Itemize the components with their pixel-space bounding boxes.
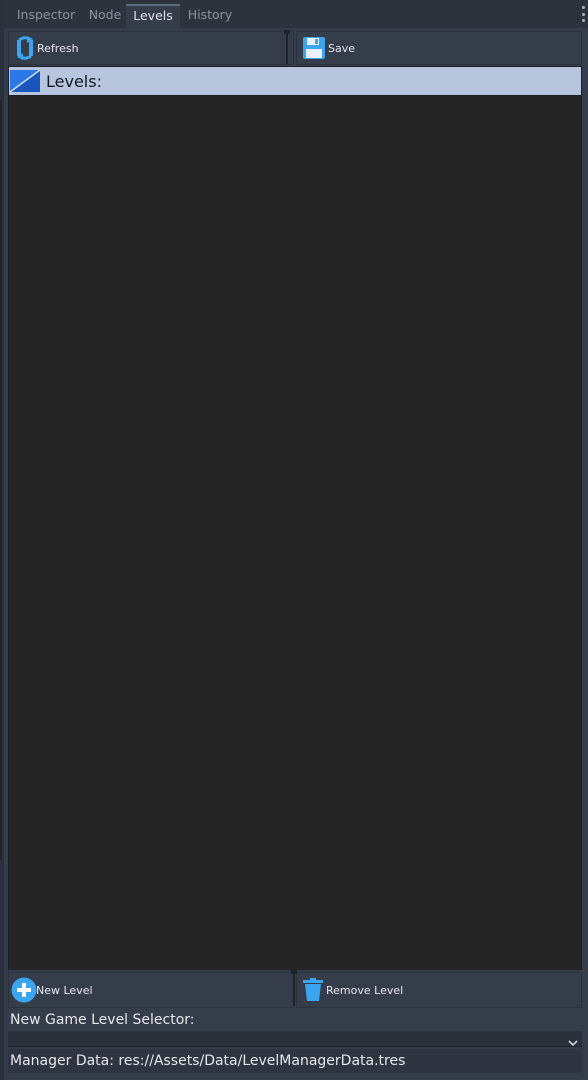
trash-icon bbox=[302, 978, 324, 1002]
left-panel-edge bbox=[0, 0, 4, 1080]
manager-data-row: Manager Data: res://Assets/Data/LevelMan… bbox=[8, 1049, 582, 1073]
floppy-disk-icon bbox=[302, 36, 326, 60]
tab-inspector[interactable]: Inspector bbox=[10, 4, 82, 28]
actions-splitter[interactable] bbox=[291, 970, 297, 1008]
levels-list[interactable] bbox=[8, 96, 582, 970]
manager-data-path: Manager Data: res://Assets/Data/LevelMan… bbox=[10, 1053, 406, 1069]
refresh-icon bbox=[12, 35, 38, 61]
levels-title: Levels: bbox=[46, 71, 102, 91]
new-level-button[interactable]: New Level bbox=[8, 972, 294, 1008]
remove-level-label: Remove Level bbox=[326, 983, 404, 997]
new-game-level-selector-label: New Game Level Selector: bbox=[10, 1012, 195, 1028]
left-panel-divider bbox=[0, 100, 2, 860]
new-game-level-selector-dropdown[interactable] bbox=[8, 1031, 582, 1047]
refresh-button[interactable]: Refresh bbox=[8, 31, 294, 65]
new-level-label: New Level bbox=[36, 983, 93, 997]
plus-circle-icon bbox=[11, 977, 37, 1003]
dock-tab-bar: Inspector Node Levels History bbox=[4, 0, 588, 28]
levels-header: Levels: bbox=[8, 66, 582, 96]
tab-levels[interactable]: Levels bbox=[126, 4, 180, 28]
tab-node[interactable]: Node bbox=[82, 4, 128, 28]
level-icon bbox=[10, 70, 40, 92]
tab-history[interactable]: History bbox=[180, 4, 240, 28]
levels-toolbar: Refresh Save bbox=[8, 31, 582, 65]
save-label: Save bbox=[328, 41, 356, 55]
refresh-label: Refresh bbox=[37, 41, 79, 55]
chevron-down-icon bbox=[568, 1033, 578, 1047]
toolbar-splitter[interactable] bbox=[284, 30, 290, 66]
remove-level-button[interactable]: Remove Level bbox=[296, 972, 582, 1008]
save-button[interactable]: Save bbox=[296, 31, 582, 65]
kebab-menu-icon[interactable] bbox=[580, 6, 586, 22]
